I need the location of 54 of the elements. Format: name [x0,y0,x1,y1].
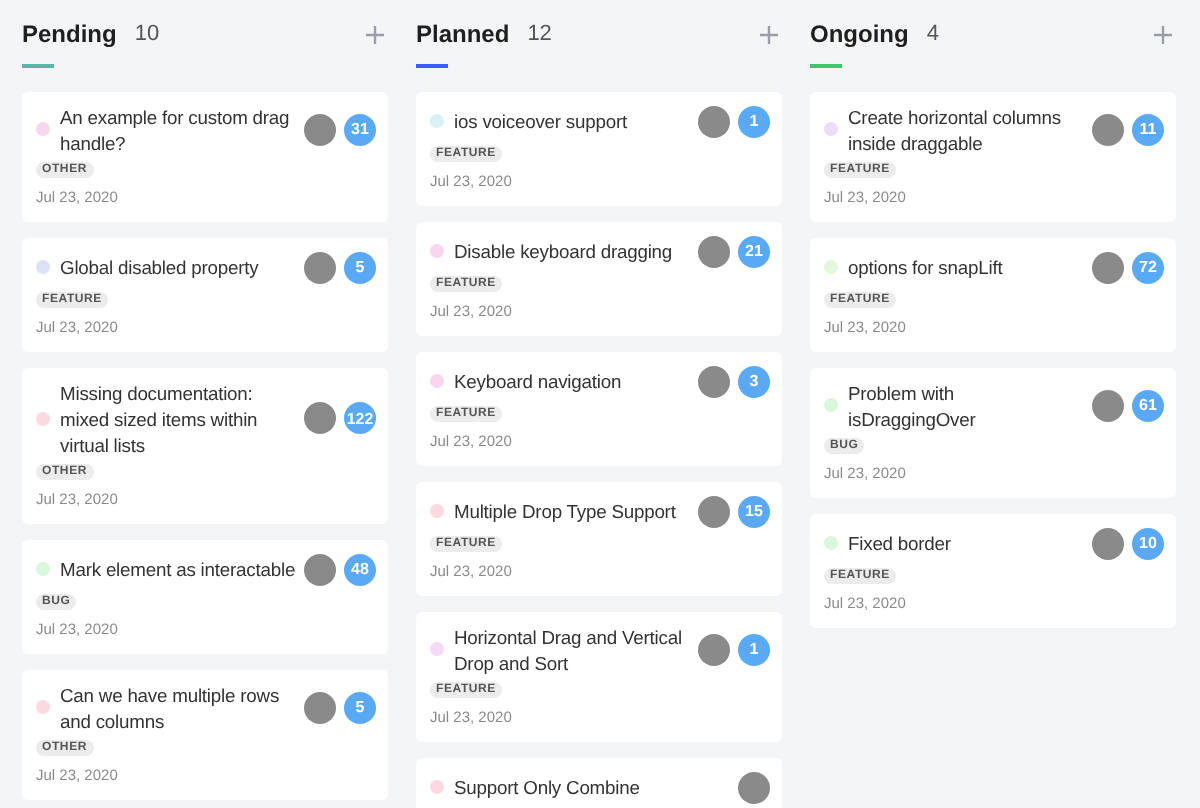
comment-count: 11 [1132,113,1164,145]
comment-count: 61 [1132,389,1164,421]
card-title: Can we have multiple rows and columns [60,681,282,733]
add-card-button[interactable] [1150,21,1176,47]
avatar-photo-placeholder [1092,527,1124,559]
comment-count: 5 [344,691,376,723]
avatar-photo-placeholder [698,365,730,397]
column-title: Planned [416,20,510,48]
column-count: 4 [926,22,939,46]
card-title: Create horizontal columns inside draggable [848,103,1063,155]
card-title: Multiple Drop Type Support [454,498,678,524]
avatar-photo-placeholder [304,553,336,585]
comment-count: 21 [738,235,770,267]
card-title: Horizontal Drag and Vertical Drop and Sort [454,623,684,675]
card-title: Support Only Combine [454,774,642,800]
comment-count: 1 [738,105,770,137]
comment-count: 1 [738,633,770,665]
card-title: Mark element as interactable [60,556,298,582]
avatar-photo-placeholder [1092,113,1124,145]
card-title: options for snapLift [848,254,1005,280]
column-title: Pending [22,20,117,48]
comment-count: 31 [344,113,376,145]
avatar-photo-placeholder [698,105,730,137]
card-title: ios voiceover support [454,108,629,134]
comment-count: 5 [344,251,376,283]
avatar-photo-placeholder [1092,389,1124,421]
avatar-photo-placeholder [304,691,336,723]
card-title: Disable keyboard dragging [454,238,675,264]
column-count: 12 [527,22,552,46]
card-title: Missing documentation: mixed sized items within virtual lists [60,379,260,457]
comment-count: 48 [344,553,376,585]
card-title: Keyboard navigation [454,368,624,394]
card-title: Global disabled property [60,254,261,280]
add-card-button[interactable] [362,21,388,47]
card-title: An example for custom drag handle? [60,103,292,155]
comment-count: 122 [344,402,376,434]
avatar-photo-placeholder [1092,251,1124,283]
column-count: 10 [134,22,160,46]
avatar-photo-placeholder [698,235,730,267]
column-title: Ongoing [810,20,909,48]
avatar-photo-placeholder [304,113,336,145]
avatar-photo-placeholder [738,771,770,803]
card-title: Problem with isDraggingOver [848,379,978,431]
comment-count: 10 [1132,527,1164,559]
avatar-photo-placeholder [698,495,730,527]
task-card[interactable]: Support Only Combine [416,757,782,808]
avatar-photo-placeholder [304,251,336,283]
comment-count: 72 [1132,251,1164,283]
add-card-button[interactable] [756,21,782,47]
comment-count: 15 [738,495,770,527]
comment-count: 3 [738,365,770,397]
avatar-photo-placeholder [698,633,730,665]
card-title: Fixed border [848,530,953,556]
avatar-photo-placeholder [304,402,336,434]
